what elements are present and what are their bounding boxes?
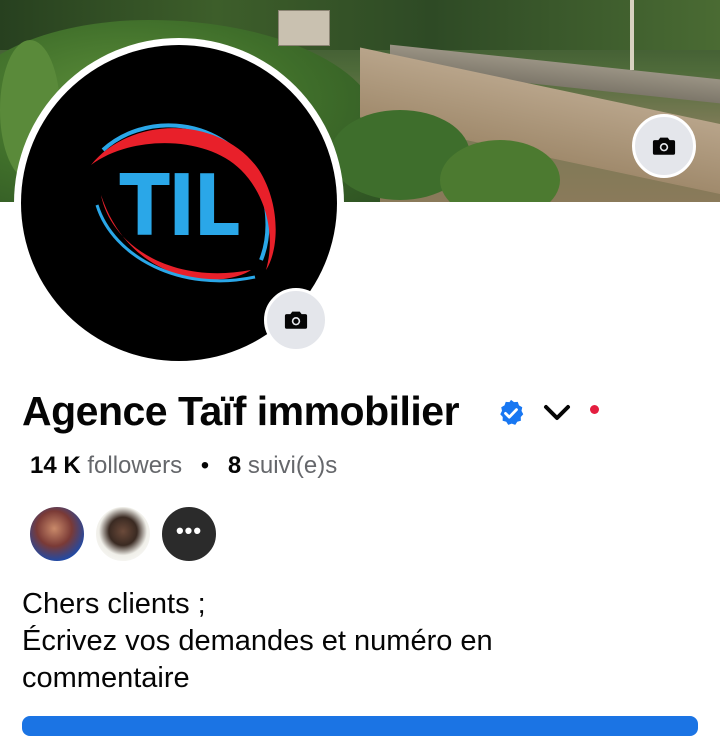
bio-line: Chers clients ;	[22, 588, 206, 620]
bio-line: commentaire	[22, 662, 190, 694]
edit-profile-picture-button[interactable]	[264, 288, 328, 352]
followers-label[interactable]: followers	[87, 452, 182, 479]
following-label[interactable]: suivi(e)s	[248, 452, 337, 479]
followers-count[interactable]: 14 K	[30, 452, 81, 479]
stats-separator: •	[200, 452, 210, 479]
more-icon: •••	[175, 518, 203, 543]
follower-stats[interactable]: 14 K followers • 8 suivi(e)s	[30, 452, 337, 480]
notification-dot	[590, 405, 599, 414]
camera-icon	[284, 311, 308, 329]
friend-avatar[interactable]	[94, 505, 152, 563]
edit-cover-photo-button[interactable]	[632, 114, 696, 178]
page-name: Agence Taïf immobilier	[22, 388, 460, 434]
primary-action-button[interactable]	[22, 716, 698, 736]
page-bio: Chers clients ; Écrivez vos demandes et …	[22, 586, 702, 697]
chevron-down-icon[interactable]	[542, 402, 572, 424]
friend-avatar[interactable]	[28, 505, 86, 563]
camera-icon	[652, 137, 676, 155]
following-count[interactable]: 8	[228, 452, 241, 479]
more-friends-button[interactable]: •••	[160, 505, 218, 563]
verified-badge-icon	[500, 399, 524, 425]
logo-text: TIL	[119, 156, 240, 256]
bio-line: Écrivez vos demandes et numéro en	[22, 625, 493, 657]
cover-building	[278, 10, 330, 46]
cover-pole	[630, 0, 634, 70]
